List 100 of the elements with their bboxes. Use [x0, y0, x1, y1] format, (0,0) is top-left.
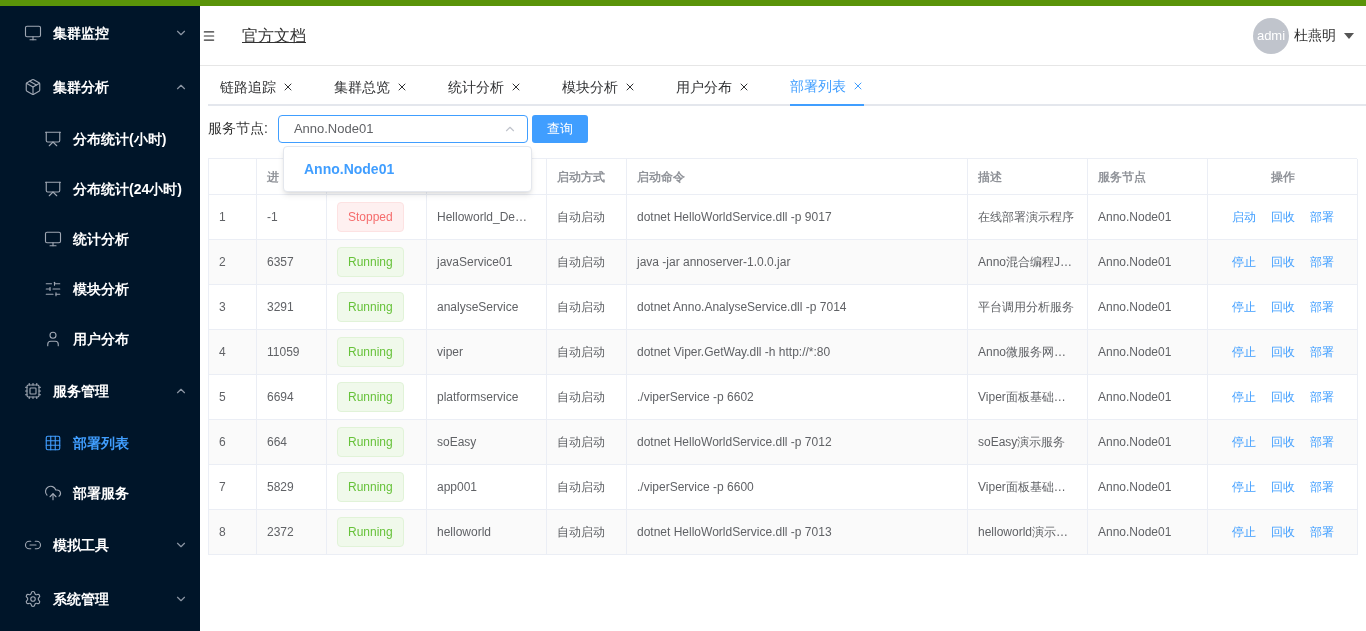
sidebar-item[interactable]: 分布统计(24小时) [0, 164, 200, 214]
tab[interactable]: 模块分析 [562, 68, 636, 106]
menu-icon[interactable] [202, 28, 216, 43]
monitor-icon [24, 24, 42, 42]
action-link[interactable]: 部署 [1309, 523, 1334, 541]
table-cell-text: 平台调用分析服务 [978, 299, 1074, 316]
status-tag: Running [337, 292, 404, 322]
table-cell-text: Anno.Node01 [1098, 479, 1172, 496]
action-link[interactable]: 回收 [1270, 208, 1295, 226]
table-cell-text: Viper面板基础… [978, 389, 1066, 406]
tab[interactable]: 部署列表 [790, 68, 864, 106]
table-cell-text: 5 [219, 389, 226, 406]
cloud-upload-icon [44, 484, 62, 502]
table-cell-text: viper [437, 344, 463, 361]
table-cell-text: 3291 [267, 299, 294, 316]
action-link[interactable]: 部署 [1309, 208, 1334, 226]
action-link[interactable]: 回收 [1270, 253, 1295, 271]
sidebar-group[interactable]: 系统管理 [0, 572, 200, 626]
table-cell-text: 自动启动 [557, 254, 605, 271]
user-name[interactable]: 杜燕明 [1294, 25, 1336, 46]
easel-icon [44, 180, 62, 198]
table-cell-text: 在线部署演示程序 [978, 209, 1074, 226]
close-icon[interactable] [396, 81, 408, 93]
sidebar-item[interactable]: 部署服务 [0, 468, 200, 518]
table-cell-text: Anno.Node01 [1098, 299, 1172, 316]
close-icon[interactable] [738, 81, 750, 93]
action-link[interactable]: 启动 [1231, 208, 1256, 226]
sidebar-item[interactable]: 模块分析 [0, 264, 200, 314]
table-cell-text: ./viperService -p 6600 [637, 479, 754, 496]
action-link[interactable]: 部署 [1309, 388, 1334, 406]
status-tag: Running [337, 517, 404, 547]
tab[interactable]: 用户分布 [676, 68, 750, 106]
table-cell-text: dotnet Viper.GetWay.dll -h http://*:80 [637, 344, 831, 361]
table-cell-text: 2 [219, 254, 226, 271]
easel-icon [44, 130, 62, 148]
table-cell-text: soEasy [437, 434, 477, 451]
action-link[interactable]: 回收 [1270, 388, 1295, 406]
table-cell-text: dotnet HelloWorldService.dll -p 9017 [637, 209, 832, 226]
status-tag: Running [337, 427, 404, 457]
table-cell-text: 1 [219, 209, 226, 226]
tab[interactable]: 集群总览 [334, 68, 408, 106]
close-icon[interactable] [282, 81, 294, 93]
action-link[interactable]: 回收 [1270, 523, 1295, 541]
table-cell-text: java -jar annoserver-1.0.0.jar [637, 254, 791, 271]
status-tag: Running [337, 472, 404, 502]
sidebar-group[interactable]: 服务管理 [0, 364, 200, 418]
action-link[interactable]: 部署 [1309, 343, 1334, 361]
action-link[interactable]: 回收 [1270, 433, 1295, 451]
table-cell-text: Anno.Node01 [1098, 389, 1172, 406]
tab[interactable]: 链路追踪 [220, 68, 294, 106]
action-link[interactable]: 回收 [1270, 478, 1295, 496]
node-select[interactable]: Anno.Node01 [277, 114, 528, 143]
action-link[interactable]: 回收 [1270, 298, 1295, 316]
table-cell-text: -1 [267, 209, 278, 226]
table-cell-text: Anno.Node01 [1098, 209, 1172, 226]
table-cell-text: 自动启动 [557, 389, 605, 406]
table-cell-text: 2372 [267, 524, 294, 541]
table-cell-text: 6694 [267, 389, 294, 406]
action-link[interactable]: 停止 [1231, 433, 1256, 451]
close-icon[interactable] [624, 81, 636, 93]
avatar[interactable]: admi [1253, 17, 1289, 54]
caret-down-icon[interactable] [1344, 32, 1354, 39]
action-link[interactable]: 停止 [1231, 253, 1256, 271]
sidebar-item[interactable]: 统计分析 [0, 214, 200, 264]
table-cell-text: 664 [267, 434, 288, 451]
action-link[interactable]: 停止 [1231, 388, 1256, 406]
sidebar-item[interactable]: 部署列表 [0, 418, 200, 468]
sidebar-item[interactable]: 分布统计(小时) [0, 114, 200, 164]
action-link[interactable]: 部署 [1309, 253, 1334, 271]
tab[interactable]: 统计分析 [448, 68, 522, 106]
monitor-icon [44, 230, 62, 248]
action-link[interactable]: 停止 [1231, 523, 1256, 541]
table-cell-text: 自动启动 [557, 344, 605, 361]
table-cell-text: Anno.Node01 [1098, 254, 1172, 271]
action-link[interactable]: 停止 [1231, 343, 1256, 361]
table-cell-text: Anno混合编程J… [978, 254, 1073, 271]
action-link[interactable]: 部署 [1309, 298, 1334, 316]
action-link[interactable]: 部署 [1309, 433, 1334, 451]
table-cell-text: javaService01 [437, 254, 513, 271]
close-icon[interactable] [510, 81, 522, 93]
sidebar-group[interactable]: 集群监控 [0, 6, 200, 60]
table-cell-text: 6357 [267, 254, 294, 271]
action-link[interactable]: 部署 [1309, 478, 1334, 496]
action-link[interactable]: 停止 [1231, 478, 1256, 496]
table-cell-text: soEasy演示服务 [978, 434, 1066, 451]
grid-icon [44, 434, 62, 452]
sidebar-group[interactable]: 集群分析 [0, 60, 200, 114]
table-cell-text: 4 [219, 344, 226, 361]
table-cell-text: Anno.Node01 [1098, 344, 1172, 361]
action-link[interactable]: 回收 [1270, 343, 1295, 361]
sidebar-group[interactable]: 模拟工具 [0, 518, 200, 572]
table-cell-text: Anno.Node01 [1098, 434, 1172, 451]
query-button[interactable]: 查询 [531, 114, 588, 143]
table-cell-text: Anno.Node01 [1098, 524, 1172, 541]
table-cell-text: 6 [219, 434, 226, 451]
docs-link[interactable]: 官方文档 [242, 23, 306, 48]
user-icon [44, 330, 62, 348]
action-link[interactable]: 停止 [1231, 298, 1256, 316]
table-cell-text: 自动启动 [557, 299, 605, 316]
sidebar-item[interactable]: 用户分布 [0, 314, 200, 364]
